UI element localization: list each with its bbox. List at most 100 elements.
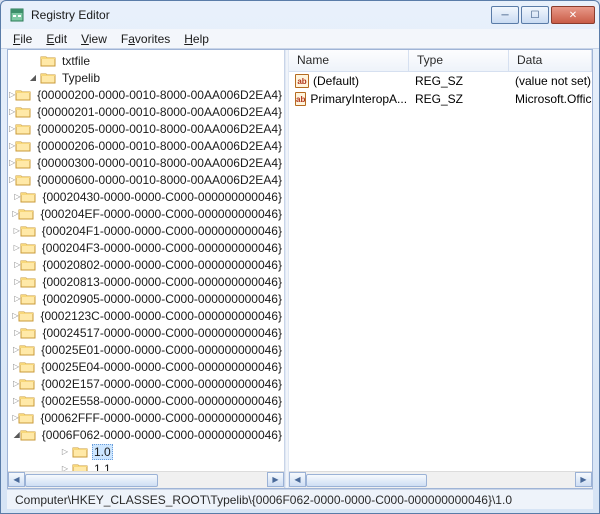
value-name: (Default) — [313, 74, 359, 88]
folder-icon — [18, 207, 34, 221]
tree-item-label: {00000300-0000-0010-8000-00AA006D2EA4} — [35, 156, 284, 170]
tree-item-label: {0002E157-0000-0000-C000-000000000046} — [39, 377, 284, 391]
tree-item[interactable]: {0002123C-0000-0000-C000-000000000046} — [8, 307, 284, 324]
tree-item[interactable]: {00000205-0000-0010-8000-00AA006D2EA4} — [8, 120, 284, 137]
registry-tree[interactable]: txtfile Typelib {00000200-0000-0010-8000-0… — [8, 50, 284, 471]
col-header-type[interactable]: Type — [409, 50, 509, 71]
folder-icon — [15, 88, 31, 102]
maximize-button[interactable]: ☐ — [521, 6, 549, 24]
close-button[interactable]: ✕ — [551, 6, 595, 24]
folder-icon — [18, 309, 34, 323]
folder-icon — [20, 428, 36, 442]
tree-item[interactable]: {00024517-0000-0000-C000-000000000046} — [8, 324, 284, 341]
tree-item[interactable]: {00000300-0000-0010-8000-00AA006D2EA4} — [8, 154, 284, 171]
menu-favorites[interactable]: Favorites — [115, 31, 176, 47]
tree-item[interactable]: {00020802-0000-0000-C000-000000000046} — [8, 256, 284, 273]
folder-icon — [18, 411, 34, 425]
tree-item-label: {00000201-0000-0010-8000-00AA006D2EA4} — [35, 105, 284, 119]
tree-pane: txtfile Typelib {00000200-0000-0010-8000-0… — [8, 50, 285, 488]
tree-item[interactable]: 1.0 — [8, 443, 284, 460]
tree-item[interactable]: {00020813-0000-0000-C000-000000000046} — [8, 273, 284, 290]
scroll-left-button[interactable]: ◀ — [289, 472, 306, 487]
value-row[interactable]: abPrimaryInteropA...REG_SZMicrosoft.Offi… — [289, 90, 592, 108]
menu-edit[interactable]: Edit — [40, 31, 73, 47]
folder-icon — [20, 241, 36, 255]
values-pane: Name Type Data ab(Default)REG_SZ(value n… — [289, 50, 592, 488]
tree-item[interactable]: Typelib — [8, 69, 284, 86]
scroll-left-button[interactable]: ◀ — [8, 472, 25, 487]
folder-icon — [20, 190, 36, 204]
tree-item[interactable]: {000204F1-0000-0000-C000-000000000046} — [8, 222, 284, 239]
tree-item[interactable]: {00020905-0000-0000-C000-000000000046} — [8, 290, 284, 307]
menu-view[interactable]: View — [75, 31, 113, 47]
tree-item[interactable]: {000204EF-0000-0000-C000-000000000046} — [8, 205, 284, 222]
tree-item-label: {00000200-0000-0010-8000-00AA006D2EA4} — [35, 88, 284, 102]
folder-icon — [40, 71, 56, 85]
folder-icon — [72, 462, 88, 472]
tree-item-label: {00020905-0000-0000-C000-000000000046} — [40, 292, 284, 306]
tree-item-label: {00000600-0000-0010-8000-00AA006D2EA4} — [35, 173, 284, 187]
tree-item[interactable]: {00025E01-0000-0000-C000-000000000046} — [8, 341, 284, 358]
folder-icon — [19, 377, 35, 391]
string-value-icon: ab — [295, 92, 306, 106]
folder-icon — [19, 394, 35, 408]
col-header-data[interactable]: Data — [509, 50, 592, 71]
expand-toggle-icon[interactable] — [58, 447, 72, 456]
menu-file[interactable]: File — [7, 31, 38, 47]
folder-icon — [20, 224, 36, 238]
folder-icon — [20, 292, 36, 306]
tree-item[interactable]: {00025E04-0000-0000-C000-000000000046} — [8, 358, 284, 375]
tree-item[interactable]: {00000600-0000-0010-8000-00AA006D2EA4} — [8, 171, 284, 188]
tree-item[interactable]: {00000206-0000-0010-8000-00AA006D2EA4} — [8, 137, 284, 154]
tree-item[interactable]: {000204F3-0000-0000-C000-000000000046} — [8, 239, 284, 256]
folder-icon — [19, 360, 35, 374]
expand-toggle-icon[interactable] — [26, 73, 40, 82]
app-icon — [9, 7, 25, 23]
values-list[interactable]: ab(Default)REG_SZ(value not set)abPrimar… — [289, 72, 592, 471]
minimize-button[interactable]: ─ — [491, 6, 519, 24]
folder-icon — [20, 275, 36, 289]
menu-help[interactable]: Help — [178, 31, 215, 47]
tree-item-label: Typelib — [60, 71, 102, 85]
tree-item[interactable]: {0006F062-0000-0000-C000-000000000046} — [8, 426, 284, 443]
tree-item-label: {00062FFF-0000-0000-C000-000000000046} — [38, 411, 284, 425]
col-header-name[interactable]: Name — [289, 50, 409, 71]
tree-scroll-thumb[interactable] — [25, 474, 158, 487]
tree-item[interactable]: 1.1 — [8, 460, 284, 471]
tree-item[interactable]: {0002E157-0000-0000-C000-000000000046} — [8, 375, 284, 392]
tree-item-label: {000204EF-0000-0000-C000-000000000046} — [38, 207, 284, 221]
tree-item[interactable]: {00000201-0000-0010-8000-00AA006D2EA4} — [8, 103, 284, 120]
values-header: Name Type Data — [289, 50, 592, 72]
value-data: Microsoft.Office.Inte — [509, 92, 592, 106]
tree-item[interactable]: {00000200-0000-0010-8000-00AA006D2EA4} — [8, 86, 284, 103]
tree-item-label: 1.0 — [92, 444, 113, 460]
value-data: (value not set) — [509, 74, 592, 88]
tree-item-label: {00000206-0000-0010-8000-00AA006D2EA4} — [35, 139, 284, 153]
menubar: File Edit View Favorites Help — [1, 29, 599, 49]
scroll-right-button[interactable]: ▶ — [267, 472, 284, 487]
folder-icon — [15, 122, 31, 136]
tree-item[interactable]: txtfile — [8, 52, 284, 69]
expand-toggle-icon[interactable] — [58, 464, 72, 471]
titlebar[interactable]: Registry Editor ─ ☐ ✕ — [1, 1, 599, 29]
folder-icon — [20, 326, 36, 340]
folder-icon — [15, 156, 31, 170]
tree-item-label: {00024517-0000-0000-C000-000000000046} — [40, 326, 284, 340]
values-hscrollbar[interactable]: ◀ ▶ — [289, 471, 592, 488]
tree-item-label: {00025E04-0000-0000-C000-000000000046} — [39, 360, 284, 374]
folder-icon — [15, 139, 31, 153]
tree-item[interactable]: {0002E558-0000-0000-C000-000000000046} — [8, 392, 284, 409]
tree-hscrollbar[interactable]: ◀ ▶ — [8, 471, 284, 488]
scroll-right-button[interactable]: ▶ — [575, 472, 592, 487]
values-scroll-thumb[interactable] — [306, 474, 427, 487]
tree-item[interactable]: {00062FFF-0000-0000-C000-000000000046} — [8, 409, 284, 426]
status-path: Computer\HKEY_CLASSES_ROOT\Typelib\{0006… — [15, 493, 512, 507]
tree-item-label: {00020430-0000-0000-C000-000000000046} — [40, 190, 284, 204]
folder-icon — [19, 343, 35, 357]
folder-icon — [20, 258, 36, 272]
string-value-icon: ab — [295, 74, 309, 88]
value-row[interactable]: ab(Default)REG_SZ(value not set) — [289, 72, 592, 90]
tree-item[interactable]: {00020430-0000-0000-C000-000000000046} — [8, 188, 284, 205]
registry-editor-window: Registry Editor ─ ☐ ✕ File Edit View Fav… — [0, 0, 600, 514]
tree-item-label: {00020813-0000-0000-C000-000000000046} — [40, 275, 284, 289]
